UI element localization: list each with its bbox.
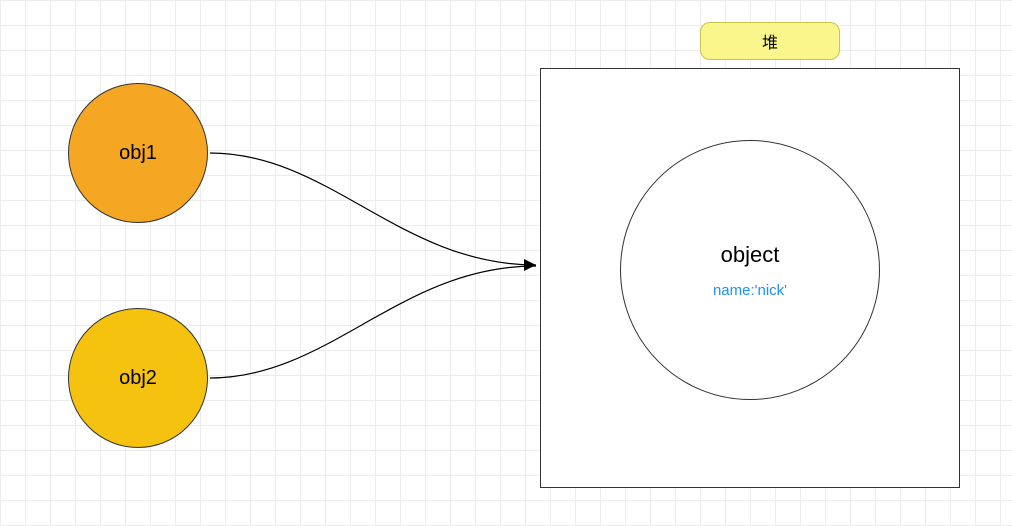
diagram-canvas: obj1 obj2 堆 object name:'nick' (0, 0, 1012, 526)
variable-obj1: obj1 (68, 83, 208, 223)
variable-obj1-label: obj1 (119, 142, 157, 165)
variable-obj2-label: obj2 (119, 367, 157, 390)
variable-obj2: obj2 (68, 308, 208, 448)
heap-label: 堆 (700, 22, 840, 60)
heap-object-title: object (721, 242, 780, 268)
heap-label-text: 堆 (762, 29, 778, 53)
heap-object: object name:'nick' (620, 140, 880, 400)
heap-object-property: name:'nick' (713, 282, 787, 299)
